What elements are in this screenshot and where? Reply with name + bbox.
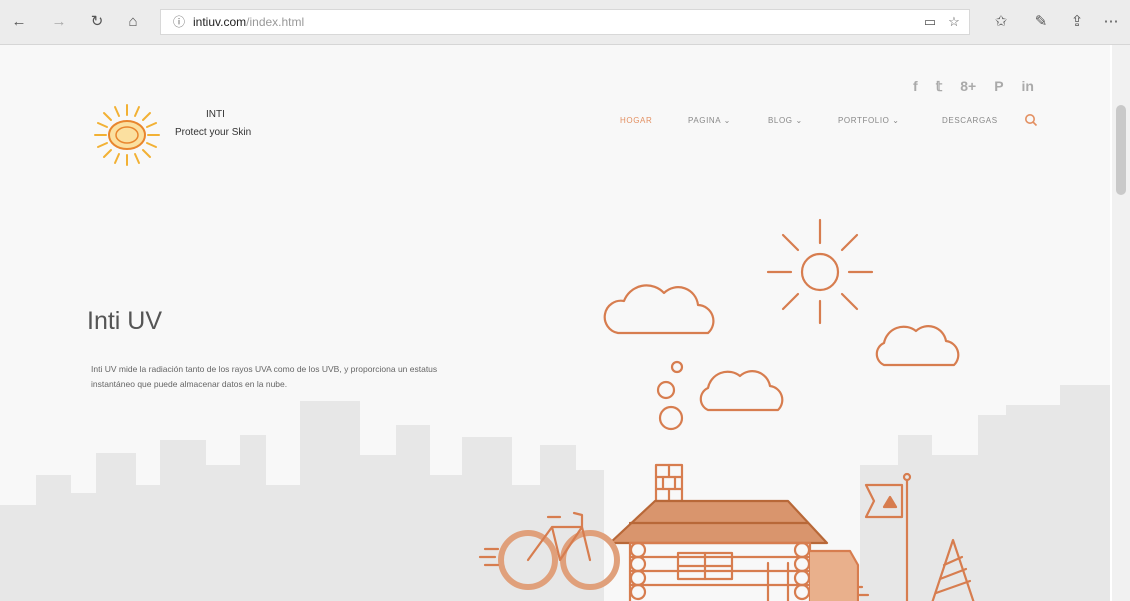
home-icon[interactable]: ⌂: [122, 12, 144, 32]
nav-item-pagina[interactable]: PAGINA ⌄: [688, 116, 731, 125]
nav-item-blog[interactable]: BLOG ⌄: [768, 116, 803, 125]
sun-icon: [766, 218, 874, 325]
back-arrow-icon[interactable]: ←: [8, 12, 30, 32]
star-icon[interactable]: ☆: [945, 13, 963, 31]
hero-description: Inti UV mide la radiación tanto de los r…: [91, 364, 438, 389]
cloud-icon: [603, 284, 715, 335]
logo-tagline: Protect your Skin: [175, 127, 252, 138]
page-scrollbar[interactable]: [1112, 45, 1130, 601]
cabin-illustration: [478, 218, 975, 601]
browser-toolbar: ← → ↻ ⌂ ⓘ intiuv.com/index.html ▭ ☆ ✩ ✎ …: [0, 0, 1130, 45]
pinterest-icon[interactable]: P: [994, 78, 1003, 95]
forward-arrow-icon[interactable]: →: [48, 12, 70, 32]
address-bar[interactable]: ⓘ intiuv.com/index.html ▭ ☆: [160, 9, 970, 35]
pen-icon[interactable]: ✎: [1030, 12, 1052, 32]
google-plus-icon[interactable]: 8+: [960, 78, 976, 95]
logo-sun-icon[interactable]: [92, 103, 162, 167]
info-icon[interactable]: ⓘ: [171, 14, 187, 30]
social-links: f 𝕥 8+ P in: [913, 78, 1034, 95]
cloud-icon: [699, 370, 784, 412]
linkedin-icon[interactable]: in: [1022, 78, 1034, 95]
reading-view-icon[interactable]: ▭: [921, 13, 939, 31]
share-icon[interactable]: ⇪: [1066, 12, 1088, 32]
logo-name[interactable]: INTI: [206, 109, 225, 120]
cloud-icon: [875, 325, 960, 367]
nav-item-hogar[interactable]: HOGAR: [620, 116, 652, 125]
page-viewport: f 𝕥 8+ P in INTI Protect your Skin HOGAR…: [0, 45, 1110, 601]
scrollbar-thumb[interactable]: [1116, 105, 1126, 195]
nav-item-portfolio[interactable]: PORTFOLIO ⌄: [838, 116, 900, 125]
search-icon[interactable]: [1024, 113, 1038, 127]
url-text[interactable]: intiuv.com/index.html: [193, 15, 304, 29]
favorites-icon[interactable]: ✩: [990, 12, 1012, 32]
nav-item-descargas[interactable]: DESCARGAS: [942, 116, 998, 125]
twitter-icon[interactable]: 𝕥: [936, 78, 943, 95]
facebook-icon[interactable]: f: [913, 78, 918, 95]
more-icon[interactable]: ⋯: [1100, 12, 1122, 32]
refresh-icon[interactable]: ↻: [86, 12, 108, 32]
hero-title: Inti UV: [87, 307, 163, 335]
